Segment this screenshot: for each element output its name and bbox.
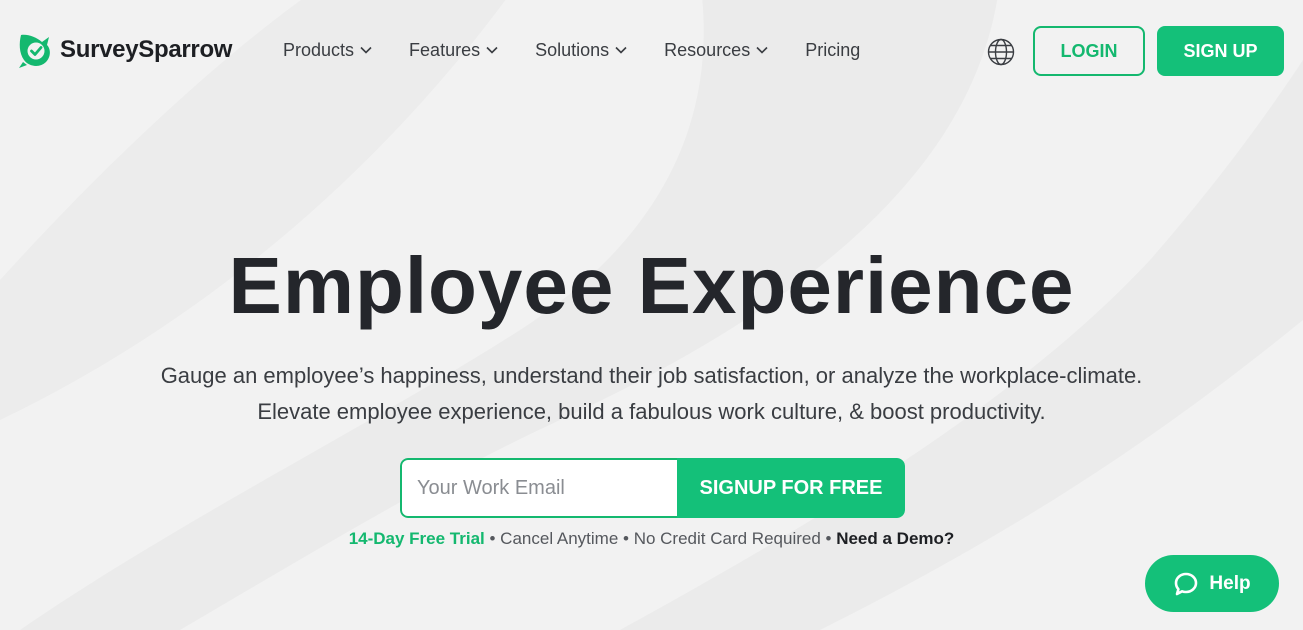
hero-subtitle-line1: Gauge an employee’s happiness, understan…: [160, 363, 1143, 388]
trial-info: 14-Day Free Trial • Cancel Anytime • No …: [0, 528, 1303, 550]
main-nav: Products Features Solutions Resources Pr…: [283, 38, 897, 62]
free-trial-text: 14-Day Free Trial: [348, 529, 485, 548]
nav-item-products[interactable]: Products: [283, 38, 372, 62]
nav-label: Products: [283, 39, 355, 60]
separator: •: [820, 529, 837, 548]
signup-form: SIGNUP FOR FREE: [400, 458, 905, 518]
nav-item-pricing[interactable]: Pricing: [805, 38, 860, 62]
separator: •: [618, 529, 634, 548]
nav-item-resources[interactable]: Resources: [664, 38, 768, 62]
login-button[interactable]: LOGIN: [1033, 26, 1145, 76]
separator: •: [484, 529, 501, 548]
need-demo-link[interactable]: Need a Demo?: [836, 529, 954, 548]
chat-bubble-icon: [1175, 572, 1198, 595]
hero-title: Employee Experience: [228, 241, 1075, 330]
nav-item-solutions[interactable]: Solutions: [535, 38, 627, 62]
help-chat-button[interactable]: Help: [1145, 555, 1279, 612]
signup-button[interactable]: SIGN UP: [1157, 26, 1284, 76]
cancel-anytime-text: Cancel Anytime: [500, 529, 619, 548]
signup-for-free-button[interactable]: SIGNUP FOR FREE: [677, 458, 905, 518]
nav-label: Pricing: [805, 39, 861, 60]
brand-name: SurveySparrow: [60, 36, 233, 63]
no-credit-card-text: No Credit Card Required: [633, 529, 821, 548]
help-label: Help: [1209, 572, 1251, 594]
site-header: SurveySparrow Products Features Solution…: [0, 0, 1303, 100]
globe-icon[interactable]: [986, 37, 1016, 67]
chevron-down-icon: [486, 46, 498, 54]
nav-label: Solutions: [535, 39, 610, 60]
nav-label: Features: [409, 39, 481, 60]
hero-subtitle: Gauge an employee’s happiness, understan…: [0, 358, 1303, 430]
chevron-down-icon: [615, 46, 627, 54]
chevron-down-icon: [756, 46, 768, 54]
brand-logo[interactable]: SurveySparrow: [18, 31, 232, 69]
work-email-input[interactable]: [400, 458, 677, 518]
nav-item-features[interactable]: Features: [409, 38, 498, 62]
nav-label: Resources: [664, 39, 751, 60]
sparrow-logo-icon: [19, 34, 50, 68]
hero-subtitle-line2: Elevate employee experience, build a fab…: [257, 399, 1046, 424]
chevron-down-icon: [360, 46, 372, 54]
